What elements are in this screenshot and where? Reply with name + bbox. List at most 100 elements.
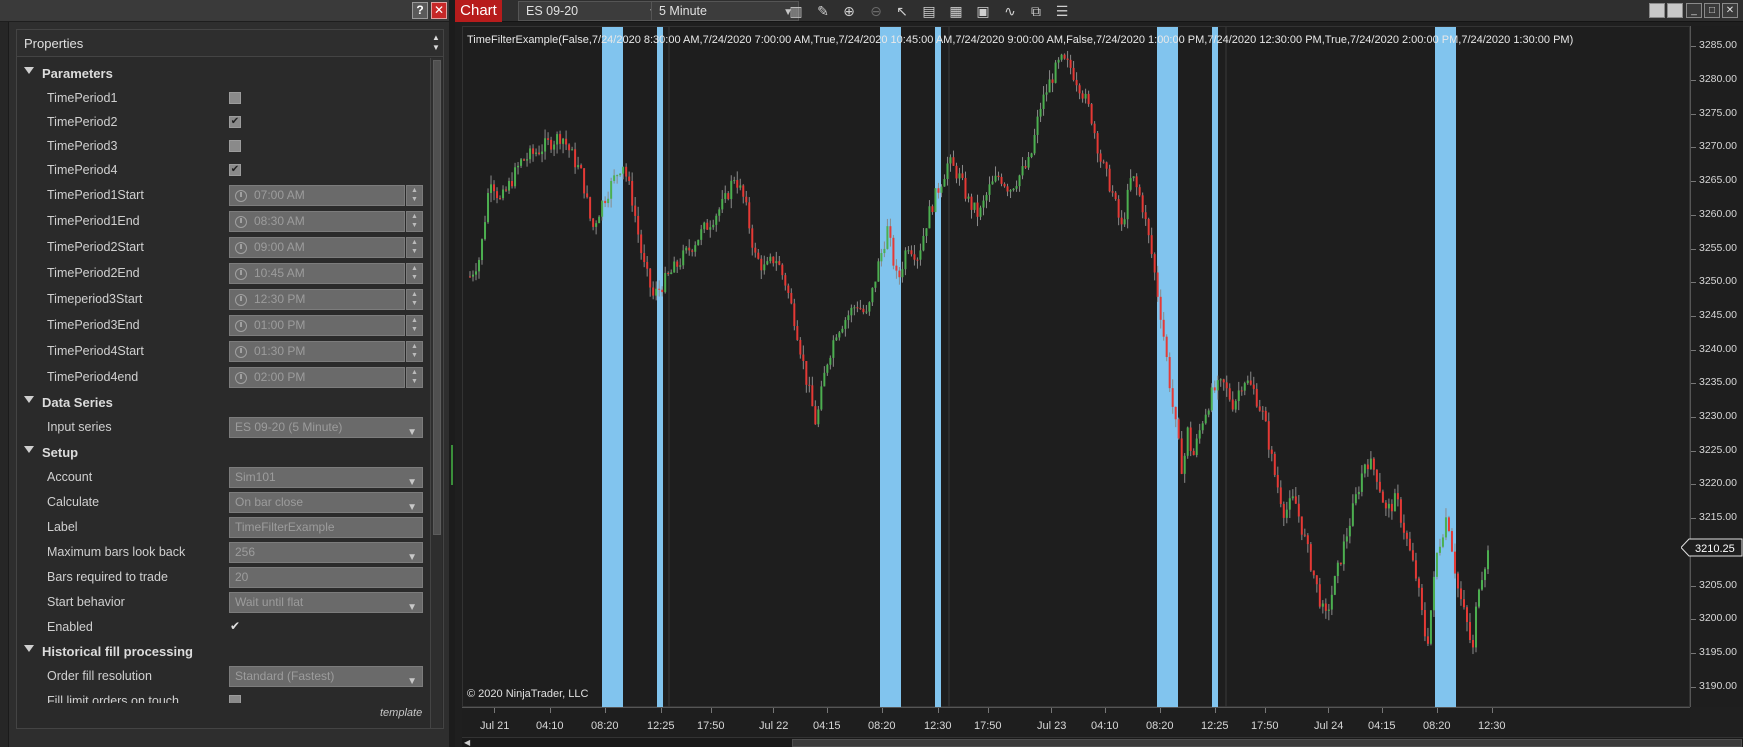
strategies-icon[interactable]: ⧉ — [1027, 2, 1045, 20]
time-spinner[interactable]: ▲ ▼ — [406, 263, 423, 284]
help-button[interactable]: ? — [412, 2, 428, 19]
candle-body — [574, 149, 577, 168]
timeperiod4-checkbox[interactable]: ✔ — [229, 164, 241, 176]
time-spinner[interactable]: ▲ ▼ — [406, 289, 423, 310]
pointer-icon[interactable]: ↖ — [893, 2, 911, 20]
price-chart-canvas[interactable] — [463, 27, 1691, 708]
tp3-end-time-input[interactable]: 01:00 PM — [229, 315, 405, 336]
chart-plot-area[interactable]: TimeFilterExample(False,7/24/2020 8:30:0… — [462, 26, 1691, 708]
tp4-end-time-input[interactable]: 02:00 PM — [229, 367, 405, 388]
window-close-icon[interactable]: ✕ — [1722, 3, 1738, 18]
candle-body — [616, 175, 619, 177]
candle-body — [1390, 503, 1393, 512]
interval-selector[interactable]: 5 Minute ▼ — [651, 1, 799, 21]
expand-caret-icon[interactable] — [24, 645, 34, 652]
candle-body — [754, 247, 757, 253]
expand-caret-icon[interactable] — [24, 446, 34, 453]
calculate-dropdown[interactable]: On bar close ▼ — [229, 492, 423, 513]
category-data-series[interactable]: Data Series — [17, 391, 430, 415]
input-series-dropdown[interactable]: ES 09-20 (5 Minute) ▼ — [229, 417, 423, 438]
candle-body — [1045, 92, 1048, 95]
candle-body — [505, 189, 508, 191]
scrollbar-thumb[interactable] — [792, 739, 1742, 747]
tp2-end-time-input[interactable]: 10:45 AM — [229, 263, 405, 284]
time-filter-window — [1157, 27, 1178, 708]
price-axis[interactable]: 3285.00 3280.00 3275.00 3270.00 3265.00 3260.… — [1690, 26, 1743, 707]
candle-body — [646, 262, 649, 269]
time-spinner[interactable]: ▲ ▼ — [406, 237, 423, 258]
candle-body — [1096, 133, 1099, 154]
candle-body — [658, 288, 661, 290]
time-axis[interactable]: Jul 21 04:10 08:20 12:25 17:50 Jul 22 04:15 08:… — [462, 707, 1690, 737]
tp4-start-time-input[interactable]: 01:30 PM — [229, 341, 405, 362]
tp2-start-time-input[interactable]: 09:00 AM — [229, 237, 405, 258]
template-link[interactable]: template — [380, 707, 422, 719]
candle-body — [1135, 176, 1138, 188]
bar-type-icon[interactable]: ▥ — [787, 2, 805, 20]
time-tick-mark — [1328, 708, 1329, 713]
category-setup[interactable]: Setup — [17, 441, 430, 465]
time-spinner[interactable]: ▲ ▼ — [406, 185, 423, 206]
close-button[interactable]: ✕ — [431, 2, 447, 19]
candle-body — [724, 193, 727, 200]
candle-body — [682, 250, 685, 266]
draw-pencil-icon[interactable]: ✎ — [814, 2, 832, 20]
candle-body — [1267, 421, 1270, 450]
category-historical-fill[interactable]: Historical fill processing — [17, 640, 430, 664]
account-dropdown[interactable]: Sim101 ▼ — [229, 467, 423, 488]
candle-body — [1330, 594, 1333, 610]
chart-trader-icon[interactable]: ▣ — [974, 2, 992, 20]
zoom-in-icon[interactable]: ⊕ — [840, 2, 858, 20]
expand-caret-icon[interactable] — [24, 67, 34, 74]
chart-tab[interactable]: Chart — [455, 0, 502, 22]
bars-required-input[interactable]: 20 — [229, 567, 423, 588]
category-parameters[interactable]: Parameters — [17, 62, 430, 86]
enabled-checkbox[interactable]: ✔ — [229, 620, 241, 633]
indicators-icon[interactable]: ∿ — [1001, 2, 1019, 20]
timeperiod2-checkbox[interactable]: ✔ — [229, 116, 241, 128]
properties-icon[interactable]: ▦ — [947, 2, 965, 20]
expand-caret-icon[interactable] — [24, 396, 34, 403]
zoom-out-icon[interactable]: ⊖ — [867, 2, 885, 20]
templates-icon[interactable]: ☰ — [1053, 2, 1071, 20]
fill-limit-checkbox[interactable] — [229, 695, 241, 703]
tp3-start-time-input[interactable]: 12:30 PM — [229, 289, 405, 310]
instrument-selector[interactable]: ES 09-20 ▼ — [518, 1, 664, 21]
timeperiod1-checkbox[interactable] — [229, 92, 241, 104]
time-spinner[interactable]: ▲ ▼ — [406, 341, 423, 362]
candle-body — [940, 186, 943, 193]
candle-body — [748, 202, 751, 229]
chart-horizontal-scrollbar[interactable]: ◀ — [462, 737, 1743, 747]
tile-alt-icon[interactable] — [1667, 3, 1683, 18]
scroll-left-icon[interactable]: ◀ — [464, 738, 470, 747]
start-behavior-dropdown[interactable]: Wait until flat ▼ — [229, 592, 423, 613]
max-bars-dropdown[interactable]: 256 ▼ — [229, 542, 423, 563]
prop-label: TimePeriod3 — [47, 139, 118, 153]
candle-body — [1318, 584, 1321, 607]
candle-body — [733, 180, 736, 182]
label-input[interactable]: TimeFilterExample — [229, 517, 423, 538]
data-box-icon[interactable]: ▤ — [920, 2, 938, 20]
tp1-end-time-input[interactable]: 08:30 AM — [229, 211, 405, 232]
candle-body — [1258, 406, 1261, 411]
time-spinner[interactable]: ▲ ▼ — [406, 367, 423, 388]
properties-scrollbar[interactable] — [430, 58, 442, 728]
collapse-arrows-icon[interactable]: ▲ ▼ — [431, 33, 441, 53]
last-price-marker: 3210.25 — [1681, 538, 1743, 557]
scrollbar-thumb[interactable] — [433, 60, 441, 535]
order-fill-dropdown[interactable]: Standard (Fastest) ▼ — [229, 666, 423, 687]
maximize-icon[interactable]: □ — [1704, 3, 1720, 18]
tp1-start-time-input[interactable]: 07:00 AM — [229, 185, 405, 206]
time-tick-label: 12:25 — [1201, 720, 1229, 732]
minimize-icon[interactable]: _ — [1686, 3, 1702, 18]
time-tick-label: Jul 23 — [1037, 720, 1067, 732]
candle-body — [1450, 531, 1453, 552]
candle-body — [649, 268, 652, 288]
tile-icon[interactable] — [1649, 3, 1665, 18]
time-spinner[interactable]: ▲ ▼ — [406, 211, 423, 232]
candle-body — [985, 194, 988, 201]
candle-body — [523, 159, 526, 161]
timeperiod3-checkbox[interactable] — [229, 140, 241, 152]
candle-body — [475, 271, 478, 275]
time-spinner[interactable]: ▲ ▼ — [406, 315, 423, 336]
